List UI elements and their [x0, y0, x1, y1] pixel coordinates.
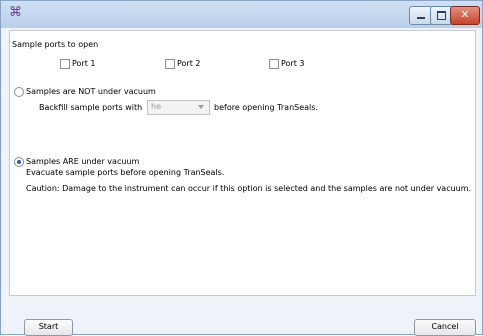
- port-1-checkbox[interactable]: [60, 59, 70, 69]
- vacuum-radio[interactable]: [14, 157, 24, 167]
- port-3-checkbox[interactable]: [269, 59, 279, 69]
- evacuate-text: Evacuate sample ports before opening Tra…: [26, 168, 225, 177]
- backfill-suffix: before opening TranSeals.: [214, 103, 318, 112]
- maximize-icon: [437, 11, 446, 20]
- title-bar[interactable]: ⌘ ✕: [1, 1, 482, 28]
- app-icon: ⌘: [9, 5, 22, 20]
- close-button[interactable]: ✕: [450, 6, 480, 25]
- port-2-label[interactable]: Port 2: [177, 59, 201, 68]
- start-button[interactable]: Start: [24, 319, 73, 336]
- options-panel: Sample ports to open Port 1 Port 2 Port …: [9, 30, 476, 296]
- ports-heading: Sample ports to open: [12, 40, 99, 49]
- port-2-checkbox[interactable]: [165, 59, 175, 69]
- minimize-icon: [417, 17, 425, 19]
- port-1-label[interactable]: Port 1: [72, 59, 96, 68]
- backfill-gas-value: he: [151, 102, 161, 111]
- not-vacuum-label[interactable]: Samples are NOT under vacuum: [26, 87, 156, 96]
- vacuum-label[interactable]: Samples ARE under vacuum: [26, 157, 139, 166]
- close-icon: ✕: [460, 8, 470, 21]
- dialog-window: ⌘ ✕ Sample ports to open Port 1 Port 2 P…: [0, 0, 483, 336]
- backfill-prefix: Backfill sample ports with: [39, 103, 143, 112]
- chevron-down-icon: [198, 105, 204, 109]
- not-vacuum-radio[interactable]: [14, 87, 24, 97]
- cancel-button[interactable]: Cancel: [414, 319, 476, 336]
- caution-text: Caution: Damage to the instrument can oc…: [26, 184, 472, 193]
- port-3-label[interactable]: Port 3: [281, 59, 305, 68]
- backfill-gas-select[interactable]: he: [147, 100, 210, 115]
